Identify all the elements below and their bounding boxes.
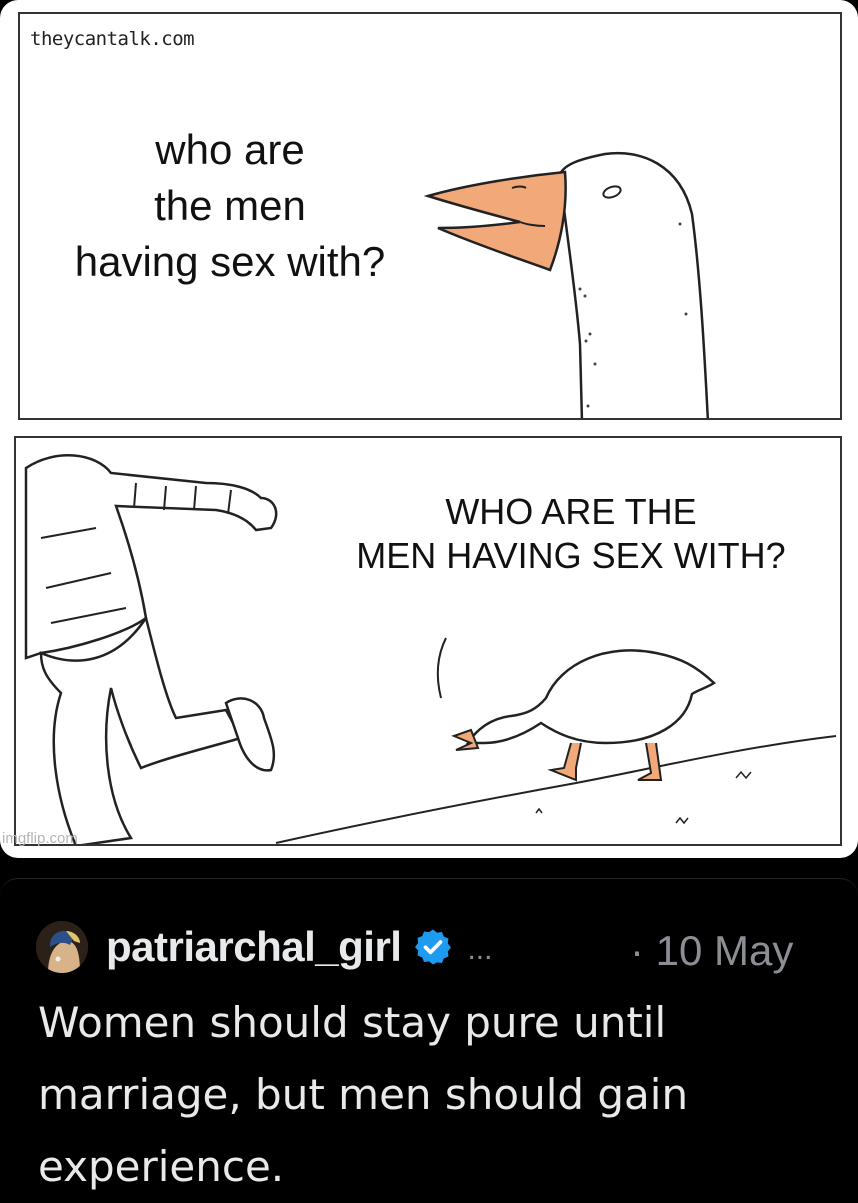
comic-panel-bottom: WHO ARE THE MEN HAVING SEX WITH? <box>14 436 842 846</box>
verified-badge-icon <box>415 929 452 965</box>
avatar-pearl-earring-icon <box>36 921 88 973</box>
man-running-goose-chasing-drawing <box>24 454 837 844</box>
meme-image[interactable]: theycantalk.com who are the men having s… <box>0 0 858 858</box>
tweet-username[interactable]: patriarchal_girl <box>106 923 402 971</box>
goose-head-drawing <box>423 151 710 418</box>
tweet-date[interactable]: · 10 May <box>630 927 793 975</box>
tweet-header: patriarchal_girl ... <box>36 917 492 977</box>
tweet-body-text: Women should stay pure until marriage, b… <box>38 998 689 1191</box>
more-options-indicator: ... <box>467 933 493 966</box>
avatar[interactable] <box>36 921 88 973</box>
imgflip-watermark: imgflip.com <box>2 830 78 847</box>
comic-panel-top: theycantalk.com who are the men having s… <box>18 12 842 420</box>
tweet-card[interactable]: patriarchal_girl ... · 10 May Women shou… <box>0 878 858 1191</box>
